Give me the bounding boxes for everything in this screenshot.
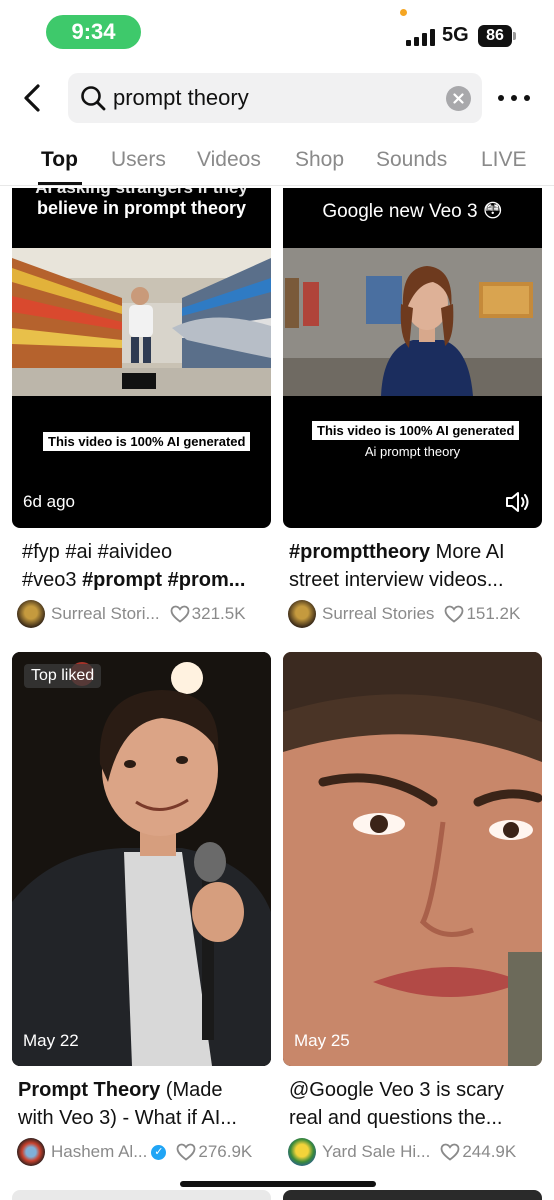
network-type: 5G bbox=[442, 24, 469, 46]
thumbnail-subcaption: Ai prompt theory bbox=[364, 444, 461, 459]
clear-search-icon[interactable] bbox=[446, 86, 471, 111]
video-card[interactable]: May 25 @Google Veo 3 is scary real and q… bbox=[283, 652, 542, 1172]
video-meta: Surreal Stori... 321.5K bbox=[17, 600, 246, 628]
tab-top[interactable]: Top bbox=[41, 148, 78, 172]
avatar[interactable] bbox=[17, 1138, 45, 1166]
heart-icon bbox=[445, 605, 464, 623]
status-bar: 9:34 5G 86 bbox=[0, 0, 554, 62]
battery-icon: 86 bbox=[478, 25, 512, 47]
video-meta: Yard Sale Hi... 244.9K bbox=[288, 1138, 516, 1166]
tab-videos[interactable]: Videos bbox=[197, 148, 261, 172]
closeup-face-scene bbox=[283, 652, 542, 1066]
store-aisle-scene bbox=[12, 248, 271, 396]
tab-sounds[interactable]: Sounds bbox=[376, 148, 447, 172]
tab-live[interactable]: LIVE bbox=[481, 148, 527, 172]
comedian-scene bbox=[12, 652, 271, 1066]
verified-badge-icon: ✓ bbox=[151, 1144, 167, 1160]
video-title: #prompttheory More AI street interview v… bbox=[289, 541, 505, 591]
author-name[interactable]: Surreal Stori... bbox=[51, 604, 160, 624]
sound-on-icon[interactable] bbox=[505, 490, 531, 514]
avatar[interactable] bbox=[17, 600, 45, 628]
cellular-signal-icon bbox=[406, 29, 436, 46]
author-name[interactable]: Hashem Al... bbox=[51, 1142, 147, 1162]
video-meta: Hashem Al... ✓ 276.9K bbox=[17, 1138, 252, 1166]
privacy-indicator-dot bbox=[400, 9, 407, 16]
search-input[interactable] bbox=[113, 73, 433, 123]
next-card-peek bbox=[12, 1190, 271, 1200]
like-count: 151.2K bbox=[466, 604, 521, 623]
close-icon bbox=[453, 93, 464, 104]
ai-generated-badge: This video is 100% AI generated bbox=[312, 421, 520, 440]
active-tab-indicator bbox=[38, 182, 82, 185]
tab-users[interactable]: Users bbox=[111, 148, 166, 172]
video-thumbnail[interactable]: Google new Veo 3 😳 This video is 100% AI… bbox=[283, 188, 542, 528]
thumbnail-caption: Google new Veo 3 😳 bbox=[322, 201, 503, 222]
video-card[interactable]: Top liked May 22 Prompt Theory (Made wit… bbox=[12, 652, 271, 1172]
heart-icon bbox=[170, 605, 190, 623]
avatar[interactable] bbox=[288, 600, 316, 628]
video-thumbnail[interactable]: Top liked May 22 bbox=[12, 652, 271, 1066]
thumbnail-caption-partial: AI asking strangers if they bbox=[12, 188, 271, 198]
gallery-presenter-scene bbox=[283, 248, 542, 396]
like-count: 321.5K bbox=[191, 604, 246, 623]
video-title: Prompt Theory (Made with Veo 3) - What i… bbox=[18, 1079, 237, 1129]
video-card[interactable]: AI asking strangers if they believe in p… bbox=[12, 188, 271, 638]
video-meta: Surreal Stories 151.2K bbox=[288, 600, 520, 628]
search-tabs: Top Users Videos Shop Sounds LIVE bbox=[0, 138, 554, 186]
video-date: May 25 bbox=[294, 1031, 350, 1050]
video-date: May 22 bbox=[23, 1031, 79, 1050]
search-bar[interactable] bbox=[68, 73, 482, 123]
status-time: 9:34 bbox=[46, 15, 141, 49]
video-card[interactable]: Google new Veo 3 😳 This video is 100% AI… bbox=[283, 188, 542, 638]
chevron-left-icon bbox=[24, 84, 40, 112]
heart-icon bbox=[176, 1143, 196, 1161]
like-count: 276.9K bbox=[198, 1142, 253, 1161]
tab-shop[interactable]: Shop bbox=[295, 148, 344, 172]
thumbnail-caption: believe in prompt theory bbox=[36, 198, 247, 218]
back-button[interactable] bbox=[14, 78, 50, 118]
top-liked-badge: Top liked bbox=[24, 664, 102, 688]
avatar[interactable] bbox=[288, 1138, 316, 1166]
home-indicator[interactable] bbox=[180, 1181, 376, 1187]
more-options-icon[interactable] bbox=[498, 86, 530, 110]
author-name[interactable]: Yard Sale Hi... bbox=[322, 1142, 430, 1162]
video-title: #fyp #ai #aivideo #veo3 #prompt #prom... bbox=[22, 541, 246, 591]
battery-tip bbox=[513, 32, 516, 40]
ai-generated-badge: This video is 100% AI generated bbox=[43, 432, 251, 451]
video-date: 6d ago bbox=[23, 492, 75, 511]
search-icon bbox=[81, 86, 106, 111]
video-title: @Google Veo 3 is scary real and question… bbox=[289, 1079, 504, 1129]
author-name[interactable]: Surreal Stories bbox=[322, 604, 434, 624]
like-count: 244.9K bbox=[462, 1142, 517, 1161]
next-card-peek bbox=[283, 1190, 542, 1200]
heart-icon bbox=[440, 1143, 460, 1161]
video-thumbnail[interactable]: May 25 bbox=[283, 652, 542, 1066]
video-thumbnail[interactable]: AI asking strangers if they believe in p… bbox=[12, 188, 271, 528]
